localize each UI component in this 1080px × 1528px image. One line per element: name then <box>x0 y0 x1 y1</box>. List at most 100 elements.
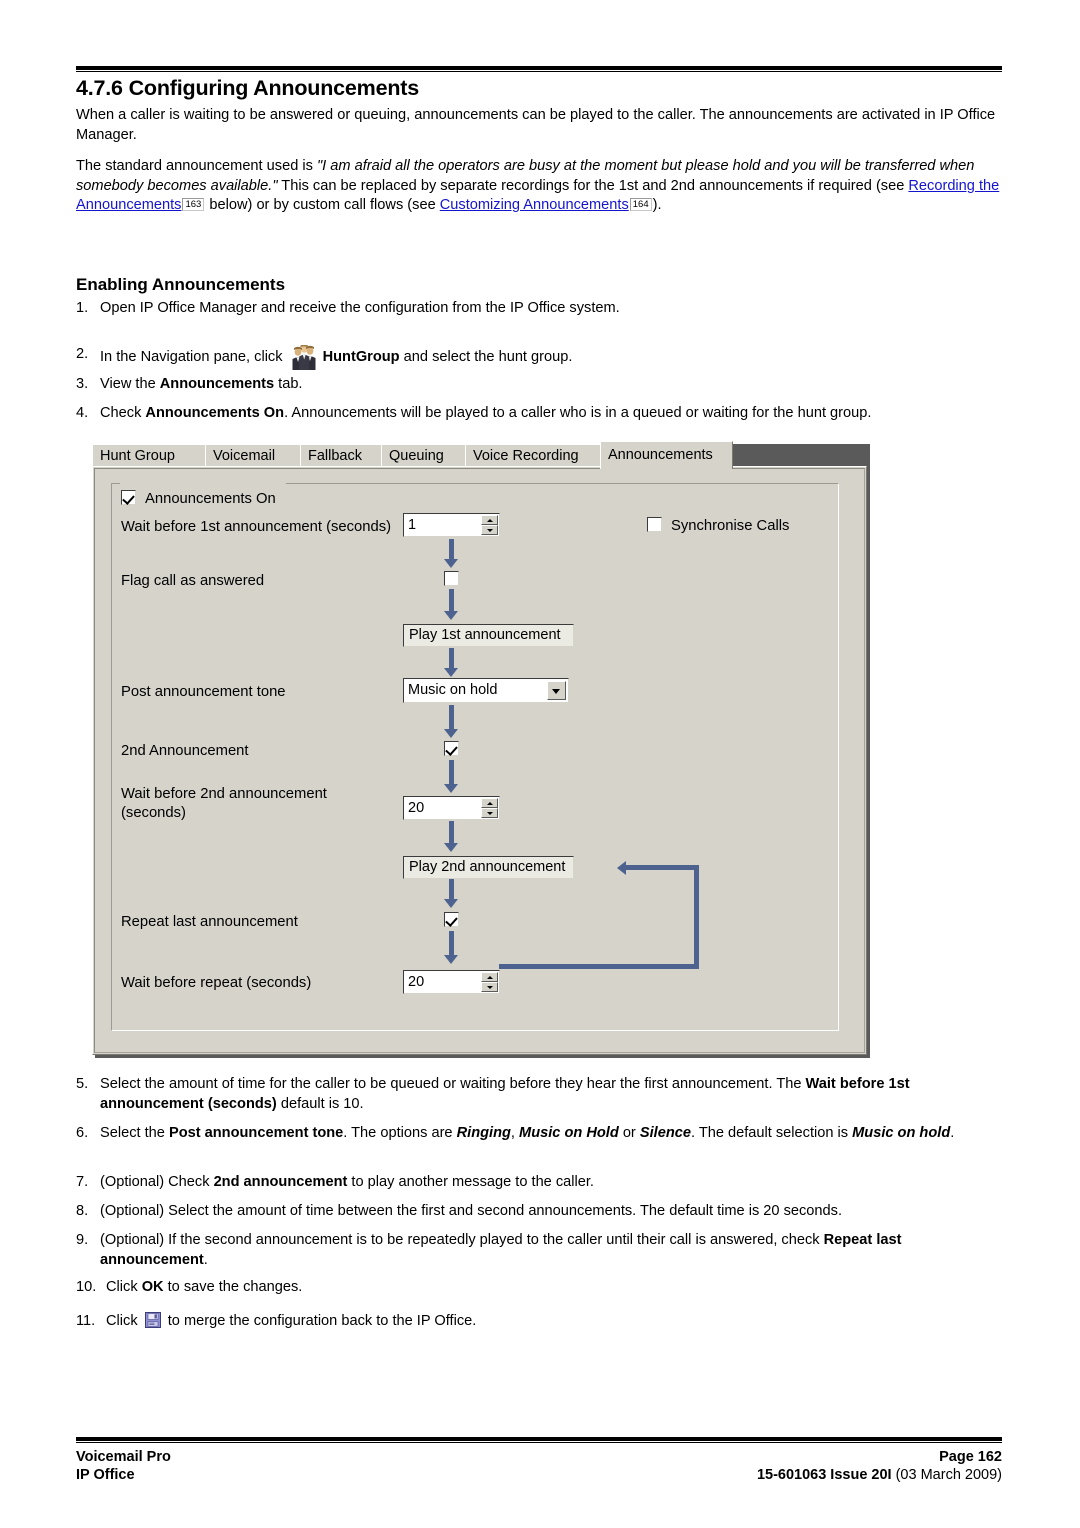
page-reference-164[interactable]: 164 <box>629 198 652 211</box>
tab-hunt-group[interactable]: Hunt Group <box>92 444 206 467</box>
step-text: Open IP Office Manager and receive the c… <box>100 300 620 316</box>
document-page: 4.7.6 Configuring Announcements When a c… <box>0 0 1080 1528</box>
list-item-step-2: 2. In the Navigation pane, click HuntGro… <box>76 344 1002 371</box>
dialog-tab-strip: Hunt Group Voicemail Fallback Queuing Vo… <box>92 441 867 469</box>
footer-document-id: 15-601063 Issue 20I (03 March 2009) <box>757 1466 1002 1485</box>
step6-default-music-on-hold: Music on hold <box>852 1125 951 1141</box>
step6-c4: . The default selection is <box>690 1125 853 1141</box>
step-text: (Optional) If the second announcement is… <box>100 1231 1002 1270</box>
step5-a: Select the amount of time for the caller… <box>100 1076 806 1092</box>
footer-issue-date: (03 March 2009) <box>891 1467 1002 1483</box>
label-wait-before-2nd-announcement: Wait before 2nd announcement (seconds) <box>121 786 327 821</box>
flow-arrow-line <box>449 539 454 561</box>
spinner-wait-before-1st-announcement[interactable]: 1 <box>403 513 500 537</box>
spinner-down-button[interactable] <box>481 525 498 535</box>
combobox-dropdown-button[interactable] <box>547 681 566 700</box>
chevron-down-icon <box>487 986 493 989</box>
step6-option-ringing: Ringing <box>456 1125 511 1141</box>
label-2nd-announcement: 2nd Announcement <box>121 743 249 759</box>
footer-rule-thick <box>76 1437 1002 1441</box>
spinner-wait-before-repeat[interactable]: 20 <box>403 970 500 994</box>
checkbox-synchronise-calls[interactable] <box>647 517 662 532</box>
flow-arrow-line <box>449 589 454 613</box>
spinner-buttons[interactable] <box>481 515 498 535</box>
spinner-wait-before-2nd-announcement[interactable]: 20 <box>403 796 500 820</box>
tab-voicemail[interactable]: Voicemail <box>205 444 301 467</box>
checkbox-2nd-announcement[interactable] <box>444 741 459 756</box>
step4-text-after: . Announcements will be played to a call… <box>284 405 872 421</box>
flow-arrow-head <box>444 668 458 677</box>
checkbox-announcements-on[interactable] <box>121 490 136 505</box>
tab-fallback[interactable]: Fallback <box>300 444 382 467</box>
list-item-step-5: 5. Select the amount of time for the cal… <box>76 1075 1002 1114</box>
list-item-step-11: 11. Click to merge the configuration bac… <box>76 1312 1002 1332</box>
step-number: 11. <box>76 1313 96 1329</box>
step7-a: (Optional) Check <box>100 1174 214 1190</box>
step-text: Click to merge the configuration back to… <box>106 1312 1002 1332</box>
step9-c: . <box>203 1251 208 1268</box>
flow-arrow-line <box>449 931 454 957</box>
spinner-down-button[interactable] <box>481 808 498 818</box>
page-title: 4.7.6 Configuring Announcements <box>76 76 419 100</box>
flow-arrow-head <box>444 611 458 620</box>
step-number: 4. <box>76 405 89 421</box>
list-item-step-4: 4. Check Announcements On. Announcements… <box>76 404 1002 424</box>
list-item-step-7: 7. (Optional) Check 2nd announcement to … <box>76 1173 1002 1193</box>
flow-arrow-line <box>449 879 454 901</box>
flow-arrow-head <box>444 784 458 793</box>
spinner-up-button[interactable] <box>481 515 498 525</box>
spinner-up-button[interactable] <box>481 972 498 982</box>
tab-announcements[interactable]: Announcements <box>600 441 733 469</box>
flow-node-play-2nd-announcement: Play 2nd announcement <box>403 856 574 879</box>
step-number: 5. <box>76 1076 89 1092</box>
spinner-value: 20 <box>408 974 425 990</box>
para2-lead: The standard announcement used is <box>76 158 317 174</box>
step-number: 6. <box>76 1125 89 1141</box>
list-item-step-9: 9. (Optional) If the second announcement… <box>76 1231 1002 1270</box>
step6-c5: . <box>950 1125 955 1141</box>
step11-c: to merge the configuration back to the I… <box>163 1313 477 1329</box>
footer-product-name: Voicemail Pro <box>76 1449 171 1465</box>
combobox-post-announcement-tone[interactable]: Music on hold <box>403 678 569 703</box>
list-item-step-10: 10. Click OK to save the changes. <box>76 1278 1002 1298</box>
step6-a: Select the <box>100 1125 169 1141</box>
list-item-step-3: 3. View the Announcements tab. <box>76 375 1002 395</box>
tab-queuing[interactable]: Queuing <box>381 444 466 467</box>
loop-arrow-right-segment <box>694 865 699 969</box>
step2-text-after: and select the hunt group. <box>399 349 573 365</box>
chevron-down-icon <box>552 689 560 694</box>
checkbox-flag-call-as-answered[interactable] <box>444 571 459 586</box>
dialog-body-inner-border: Announcements On Wait before 1st announc… <box>94 468 865 1053</box>
step4-bold: Announcements On <box>145 405 285 421</box>
header-rule-thick <box>76 66 1002 70</box>
standard-announcement-paragraph: The standard announcement used is "I am … <box>76 157 1002 216</box>
checkbox-repeat-last-announcement[interactable] <box>444 912 459 927</box>
dialog-body-panel: Announcements On Wait before 1st announc… <box>92 466 867 1055</box>
step-text: View the Announcements tab. <box>100 375 1002 395</box>
step-text: (Optional) Check 2nd announcement to pla… <box>100 1173 1002 1193</box>
step6-option-silence: Silence <box>639 1125 691 1141</box>
spinner-buttons[interactable] <box>481 972 498 992</box>
flow-arrow-head <box>444 729 458 738</box>
tab-voice-recording[interactable]: Voice Recording <box>465 444 601 467</box>
spinner-down-button[interactable] <box>481 982 498 992</box>
hunt-group-dialog-screenshot: Hunt Group Voicemail Fallback Queuing Vo… <box>92 441 870 1058</box>
step-text: Check Announcements On. Announcements wi… <box>100 404 1002 424</box>
link-customizing-announcements[interactable]: Customizing Announcements <box>440 197 629 213</box>
step-number: 7. <box>76 1174 89 1190</box>
flow-arrow-head <box>444 843 458 852</box>
label-flag-call-as-answered: Flag call as answered <box>121 573 265 589</box>
chevron-down-icon <box>487 529 493 532</box>
step11-a: Click <box>106 1313 142 1329</box>
page-reference-163[interactable]: 163 <box>182 198 205 211</box>
step7-c: to play another message to the caller. <box>347 1174 594 1190</box>
step-text: Click OK to save the changes. <box>106 1278 1002 1298</box>
step10-c: to save the changes. <box>163 1279 303 1295</box>
spinner-buttons[interactable] <box>481 798 498 818</box>
spinner-up-button[interactable] <box>481 798 498 808</box>
combobox-selected-value: Music on hold <box>408 682 498 698</box>
footer-issue-id: 15-601063 Issue 20I <box>756 1467 892 1483</box>
step6-c3: or <box>618 1125 640 1141</box>
step6-option-music-on-hold: Music on Hold <box>519 1125 619 1141</box>
flow-arrow-line <box>449 705 454 731</box>
